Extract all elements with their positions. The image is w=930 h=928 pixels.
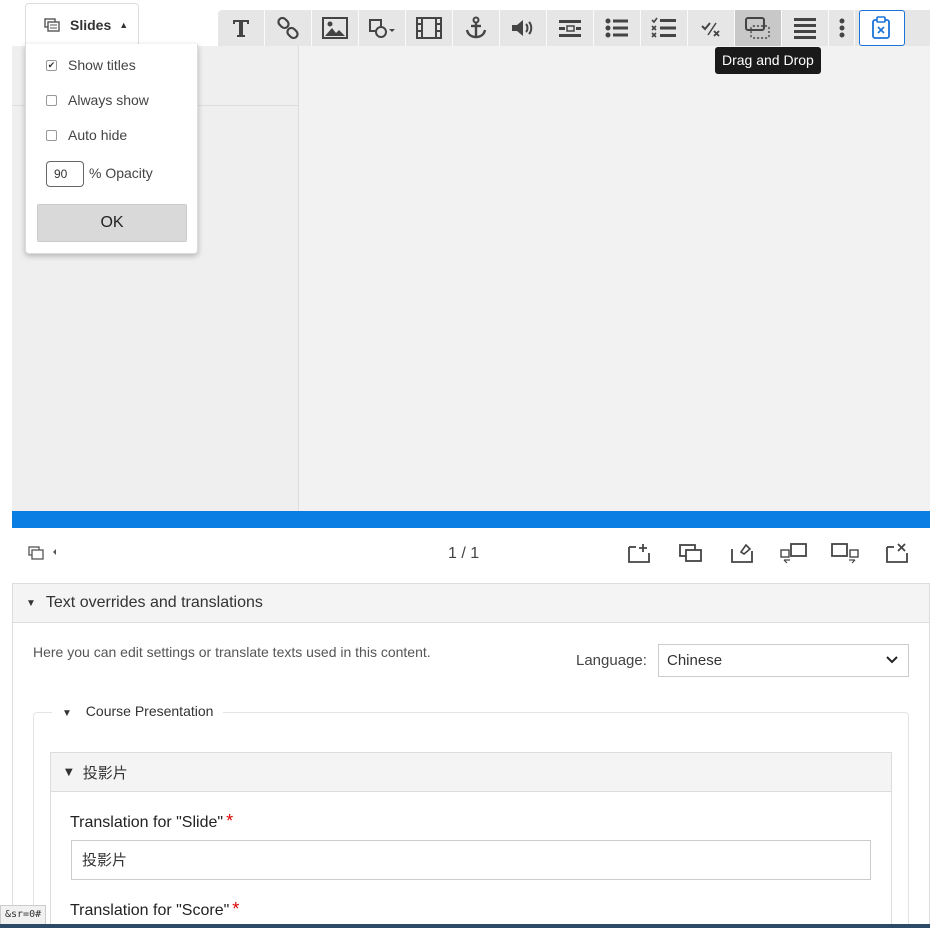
slide-canvas[interactable]: [299, 46, 930, 511]
overrides-section-header[interactable]: ▼ Text overrides and translations: [12, 583, 930, 623]
clone-slide-icon: [679, 544, 702, 562]
move-slide-right-button[interactable]: [831, 543, 859, 569]
always-show-label: Always show: [68, 92, 149, 108]
delete-slide-icon: [886, 543, 908, 563]
drag-drop-icon: [745, 17, 770, 39]
overrides-description: Here you can edit settings or translate …: [33, 644, 431, 660]
page-indicator: 1 / 1: [448, 545, 480, 562]
paint-bucket-icon: [731, 543, 753, 563]
slide-translation-input[interactable]: 投影片: [71, 840, 871, 880]
language-select[interactable]: Chinese: [658, 644, 909, 677]
move-slide-left-button[interactable]: [780, 543, 808, 569]
slides-tab-label: Slides: [70, 16, 112, 33]
slides-icon: [44, 17, 60, 32]
auto-hide-checkbox[interactable]: [46, 129, 57, 141]
slide-background-button[interactable]: [731, 543, 753, 567]
shapes-icon: [369, 19, 395, 38]
true-false-icon: [701, 22, 720, 37]
show-titles-label: Show titles: [68, 57, 136, 73]
show-titles-checkbox[interactable]: ✔: [46, 59, 57, 71]
required-marker: *: [226, 811, 234, 831]
thumbnails-toggle[interactable]: [28, 545, 58, 565]
auto-hide-label: Auto hide: [68, 127, 128, 143]
video-icon: [416, 17, 442, 39]
anchor-button[interactable]: [453, 10, 500, 46]
always-show-option[interactable]: Always show: [46, 92, 149, 108]
toolbar-tooltip: Drag and Drop: [715, 47, 821, 74]
language-label: Language:: [576, 652, 647, 669]
link-button[interactable]: [265, 10, 312, 46]
new-slide-button[interactable]: [628, 543, 650, 567]
always-show-checkbox[interactable]: [46, 94, 57, 106]
drag-drop-button[interactable]: [735, 10, 782, 46]
link-icon: [277, 16, 299, 40]
slides-icon: [28, 546, 56, 560]
caret-up-icon: ▲: [119, 19, 129, 30]
multi-choice-icon: [651, 17, 676, 38]
move-left-icon: [780, 543, 807, 564]
image-icon: [322, 17, 348, 39]
show-titles-option[interactable]: ✔ Show titles: [46, 57, 136, 73]
text-icon: [233, 20, 249, 37]
move-right-icon: [831, 543, 859, 564]
delete-slide-button[interactable]: [886, 543, 908, 567]
slide-group-label: 投影片: [82, 763, 128, 782]
slide-group-header[interactable]: ▼ 投影片: [50, 752, 892, 792]
clipboard-icon: [872, 16, 890, 39]
new-slide-icon: [628, 544, 650, 563]
fill-blanks-button[interactable]: [547, 10, 594, 46]
clone-slide-button[interactable]: [679, 543, 703, 567]
single-choice-button[interactable]: [594, 10, 641, 46]
multi-choice-button[interactable]: [641, 10, 688, 46]
chevron-down-icon: [886, 656, 898, 664]
slide-field-label: Translation for "Slide" *: [70, 811, 233, 832]
triangle-down-icon: ▼: [26, 597, 36, 609]
ok-button[interactable]: OK: [37, 204, 187, 242]
shapes-button[interactable]: [359, 10, 406, 46]
anchor-icon: [465, 16, 487, 39]
opacity-input[interactable]: 90: [46, 161, 84, 187]
video-button[interactable]: [406, 10, 453, 46]
paste-button[interactable]: [859, 10, 905, 46]
audio-button[interactable]: [500, 10, 547, 46]
single-choice-icon: [605, 18, 628, 38]
fill-blanks-icon: [559, 20, 581, 37]
slides-menu-tab[interactable]: Slides ▲: [25, 3, 139, 45]
slide-field-label-text: Translation for "Slide": [70, 814, 224, 831]
more-button[interactable]: [829, 10, 855, 46]
summary-button[interactable]: [782, 10, 829, 46]
score-field-label: Translation for "Score" *: [70, 899, 239, 920]
text-button[interactable]: [218, 10, 265, 46]
language-select-value: Chinese: [667, 652, 723, 669]
summary-icon: [794, 18, 816, 39]
audio-icon: [512, 20, 533, 36]
more-icon: [839, 18, 844, 38]
course-presentation-toggle[interactable]: ▼ Course Presentation: [52, 703, 224, 719]
true-false-button[interactable]: [688, 10, 735, 46]
opacity-label: % Opacity: [89, 165, 153, 181]
required-marker: *: [232, 899, 240, 919]
editor-toolbar: [218, 10, 930, 46]
status-url-fragment: &sr=0#: [0, 905, 47, 925]
overrides-title: Text overrides and translations: [45, 594, 263, 611]
course-presentation-label: Course Presentation: [85, 703, 214, 719]
triangle-down-icon: ▼: [65, 766, 73, 778]
auto-hide-option[interactable]: Auto hide: [46, 127, 127, 143]
score-field-label-text: Translation for "Score": [70, 902, 230, 919]
slides-options-popup: ✔ Show titles Always show Auto hide 90 %…: [25, 44, 198, 254]
image-button[interactable]: [312, 10, 359, 46]
progress-bar[interactable]: [12, 511, 930, 528]
triangle-down-icon: ▼: [62, 708, 72, 719]
window-bottom-edge: [0, 924, 930, 928]
